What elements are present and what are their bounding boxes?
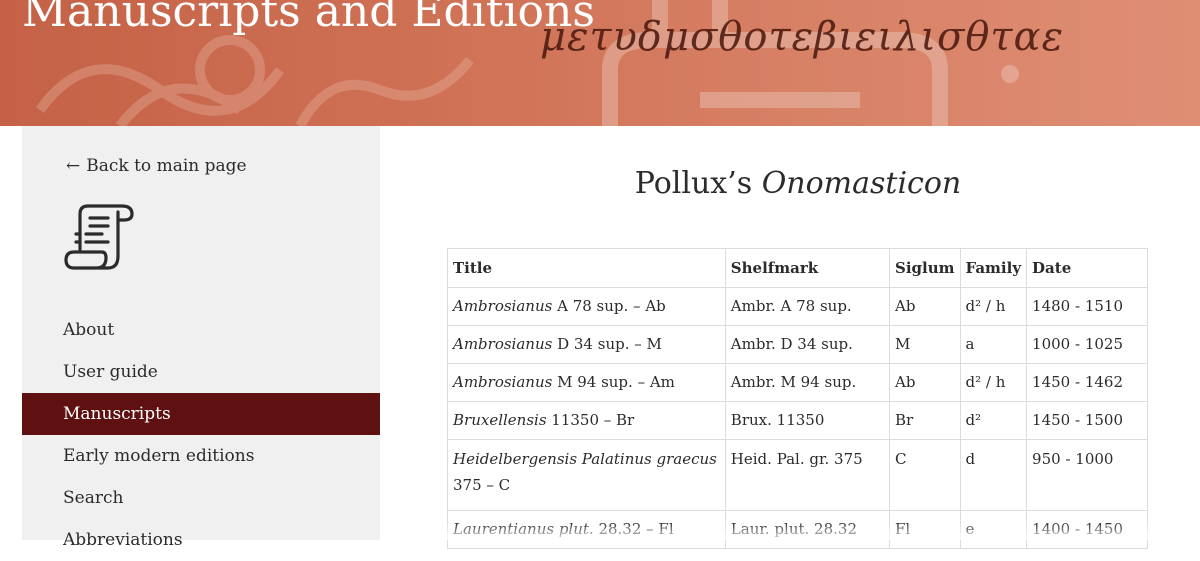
sidebar-item-early-modern-editions[interactable]: Early modern editions <box>22 435 380 477</box>
manuscript-title-rest: M 94 sup. – Am <box>552 373 675 391</box>
siglum-cell: C <box>889 439 961 511</box>
siglum-cell: Ab <box>889 287 961 326</box>
date-cell: 1400 - 1450 <box>1026 510 1148 549</box>
table-row[interactable]: Bruxellensis 11350 – Br Brux. 11350 Br d… <box>447 401 1148 440</box>
sidebar-item-abbreviations[interactable]: Abbreviations <box>22 519 380 561</box>
manuscripts-table: Title Shelfmark Siglum Family Date Ambro… <box>447 248 1148 549</box>
page-title-text: Pollux’s <box>634 166 762 201</box>
table-header-row: Title Shelfmark Siglum Family Date <box>447 248 1148 288</box>
manuscript-title-cell[interactable]: Bruxellensis 11350 – Br <box>447 401 726 440</box>
sidebar-item-about[interactable]: About <box>22 309 380 351</box>
arrow-left-icon: ← <box>66 156 81 176</box>
date-cell: 1450 - 1500 <box>1026 401 1148 440</box>
manuscript-title-rest: A 78 sup. – Ab <box>552 297 666 315</box>
date-cell: 1450 - 1462 <box>1026 363 1148 402</box>
manuscript-title-rest: 28.32 – Fl <box>593 520 674 538</box>
manuscript-title-cell[interactable]: Ambrosianus D 34 sup. – M <box>447 325 726 364</box>
shelfmark-cell: Ambr. M 94 sup. <box>724 363 891 402</box>
siglum-cell: M <box>889 325 961 364</box>
shelfmark-cell: Ambr. A 78 sup. <box>724 287 891 326</box>
family-cell: d² <box>959 401 1028 440</box>
manuscript-title-rest: 375 – C <box>453 476 511 494</box>
sidebar-item-manuscripts[interactable]: Manuscripts <box>22 393 380 435</box>
header-banner: Manuscripts and Editions μετυδμσθοτεβιει… <box>0 0 1200 126</box>
page-title-italic: Onomasticon <box>761 166 962 201</box>
column-header-title[interactable]: Title <box>447 248 726 288</box>
column-header-date[interactable]: Date <box>1026 248 1148 288</box>
manuscript-title-italic: Ambrosianus <box>453 373 553 391</box>
date-cell: 950 - 1000 <box>1026 439 1148 511</box>
page-title: Pollux’s Onomasticon <box>448 166 1148 201</box>
sidebar: ← Back to main page About User guide Manu… <box>22 126 380 550</box>
shelfmark-cell: Brux. 11350 <box>724 401 891 440</box>
family-cell: d² / h <box>959 287 1028 326</box>
siglum-cell: Fl <box>889 510 961 549</box>
manuscript-title-rest: D 34 sup. – M <box>552 335 662 353</box>
scroll-icon <box>64 204 134 270</box>
table-row[interactable]: Ambrosianus M 94 sup. – Am Ambr. M 94 su… <box>447 363 1148 402</box>
table-row[interactable]: Ambrosianus A 78 sup. – Ab Ambr. A 78 su… <box>447 287 1148 326</box>
family-cell: d² / h <box>959 363 1028 402</box>
shelfmark-cell: Laur. plut. 28.32 <box>724 510 891 549</box>
column-header-siglum[interactable]: Siglum <box>889 248 961 288</box>
family-cell: a <box>959 325 1028 364</box>
manuscript-title-rest: 11350 – Br <box>546 411 635 429</box>
manuscript-title-cell[interactable]: Laurentianus plut. 28.32 – Fl <box>447 510 726 549</box>
family-cell: d <box>959 439 1028 511</box>
siglum-cell: Ab <box>889 363 961 402</box>
manuscript-title-cell[interactable]: Ambrosianus A 78 sup. – Ab <box>447 287 726 326</box>
sidebar-item-search[interactable]: Search <box>22 477 380 519</box>
shelfmark-cell: Heid. Pal. gr. 375 <box>724 439 891 511</box>
column-header-family[interactable]: Family <box>959 248 1028 288</box>
back-to-main-link[interactable]: ← Back to main page <box>66 156 247 176</box>
column-header-shelfmark[interactable]: Shelfmark <box>724 248 891 288</box>
sidebar-item-user-guide[interactable]: User guide <box>22 351 380 393</box>
table-row[interactable]: Laurentianus plut. 28.32 – Fl Laur. plut… <box>447 510 1148 549</box>
date-cell: 1000 - 1025 <box>1026 325 1148 364</box>
table-row[interactable]: Ambrosianus D 34 sup. – M Ambr. D 34 sup… <box>447 325 1148 364</box>
manuscript-title-cell[interactable]: Ambrosianus M 94 sup. – Am <box>447 363 726 402</box>
back-link-label: Back to main page <box>86 156 247 176</box>
sidebar-nav: About User guide Manuscripts Early moder… <box>22 309 380 561</box>
siglum-cell: Br <box>889 401 961 440</box>
date-cell: 1480 - 1510 <box>1026 287 1148 326</box>
family-cell: e <box>959 510 1028 549</box>
manuscript-title-cell[interactable]: Heidelbergensis Palatinus graecus 375 – … <box>447 439 726 511</box>
table-row[interactable]: Heidelbergensis Palatinus graecus 375 – … <box>447 439 1148 511</box>
manuscript-title-italic: Ambrosianus <box>453 297 553 315</box>
manuscript-title-italic: Bruxellensis <box>453 411 547 429</box>
manuscript-title-italic: Heidelbergensis Palatinus graecus <box>453 450 717 468</box>
site-title: Manuscripts and Editions <box>22 0 595 37</box>
shelfmark-cell: Ambr. D 34 sup. <box>724 325 891 364</box>
banner-manuscript-script: μετυδμσθοτεβιειλισθταε <box>540 14 1065 60</box>
manuscript-title-italic: Laurentianus plut. <box>453 520 594 538</box>
manuscript-title-italic: Ambrosianus <box>453 335 553 353</box>
